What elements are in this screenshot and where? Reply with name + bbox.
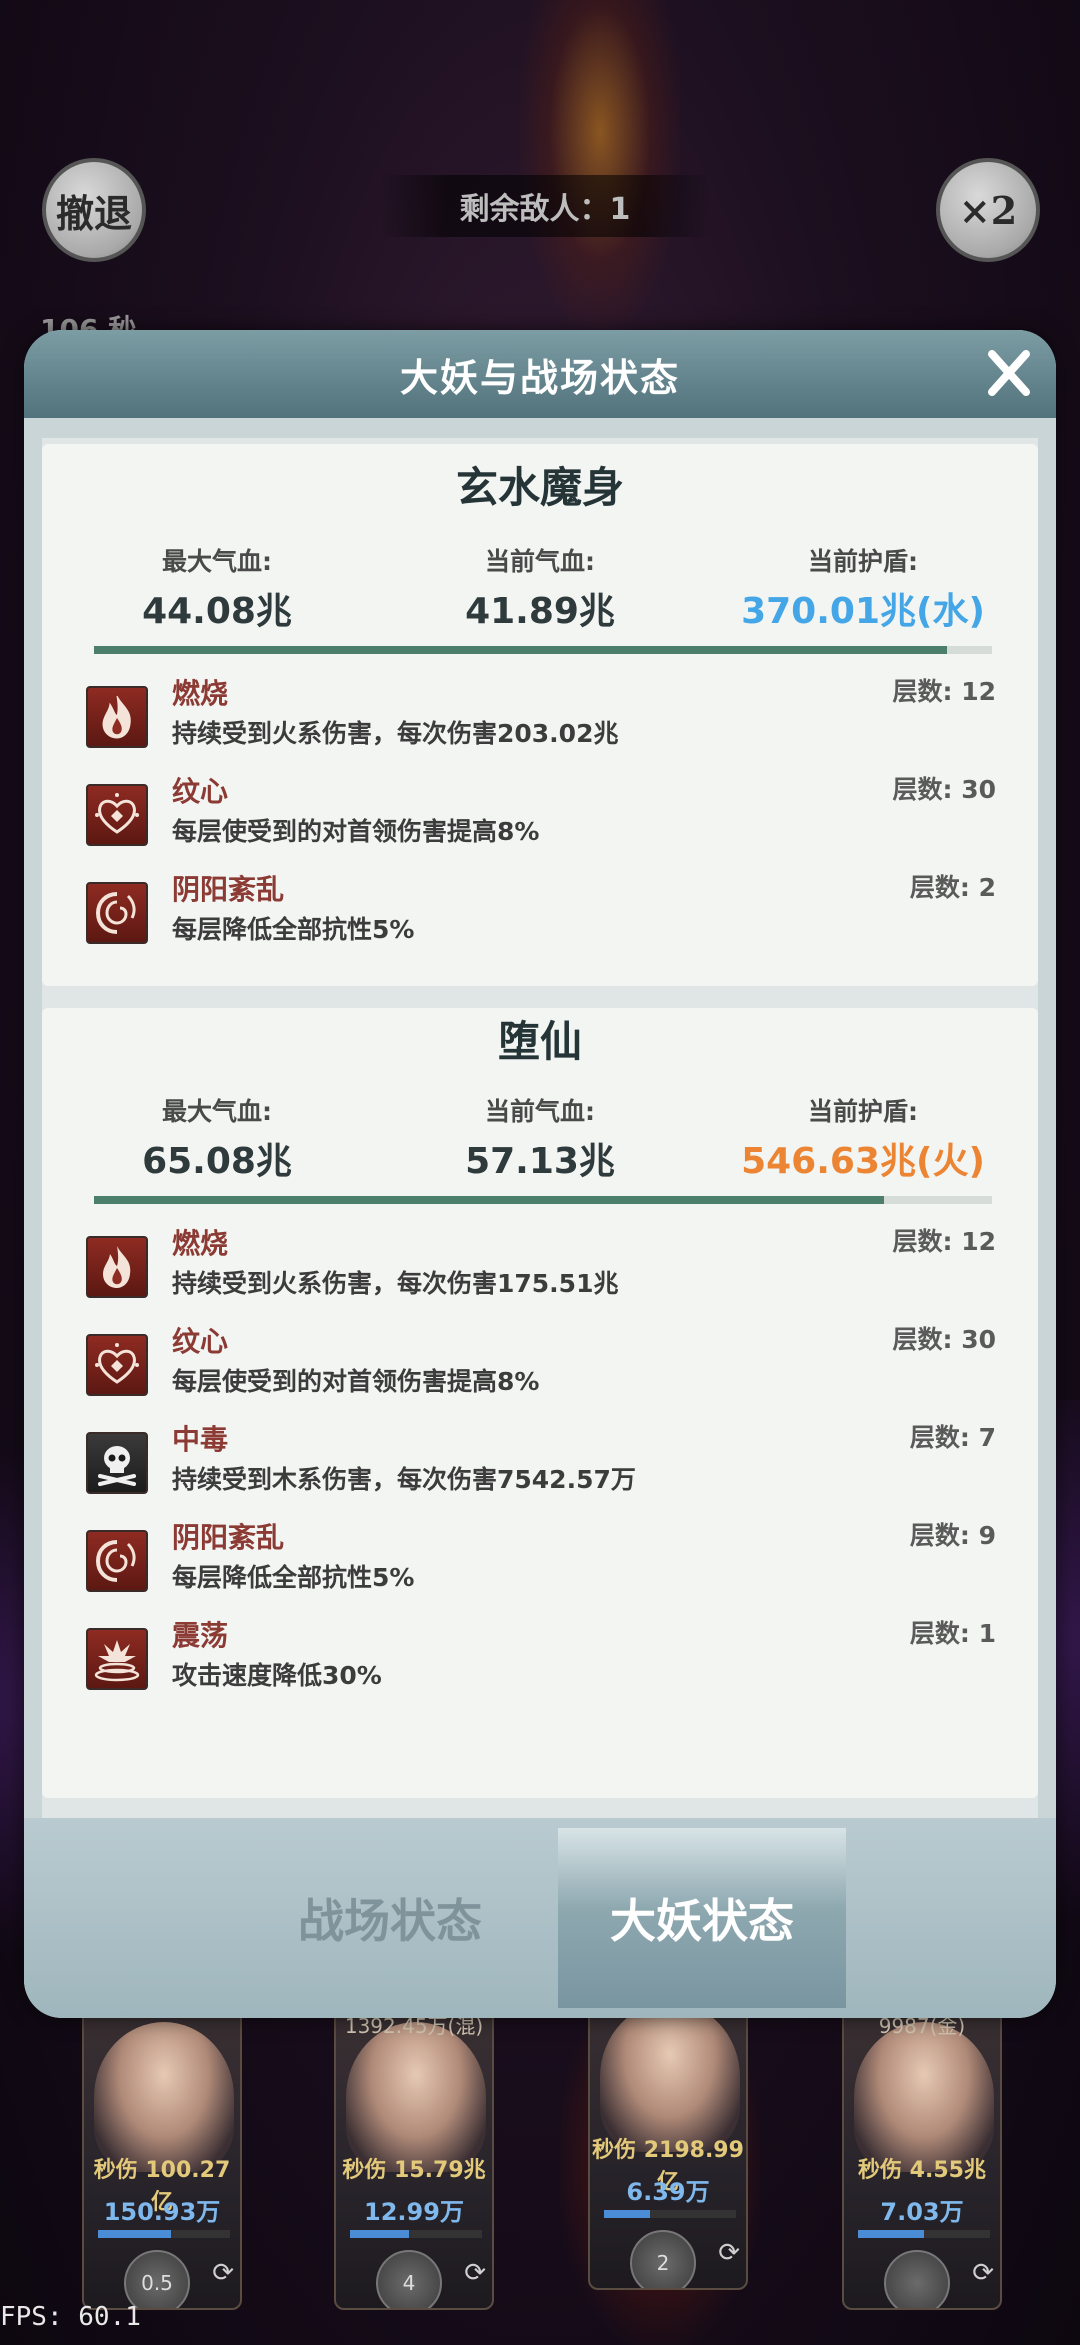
character-portrait: [94, 2022, 234, 2172]
effect-name: 阴阳紊乱: [172, 1521, 285, 1554]
status-dialog: 大妖与战场状态 玄水魔身 最大气血: 当前气血: 当前护盾: 44.08兆 41…: [24, 330, 1056, 2018]
boss-name: 堕仙: [497, 1017, 582, 1066]
dialog-header: 大妖与战场状态: [24, 330, 1056, 418]
character-card[interactable]: 秒伤 100.27亿 150.93万 0.5 ⟳: [82, 2010, 242, 2310]
current-hp-value: 41.89兆: [465, 591, 615, 632]
effect-name: 纹心: [172, 1325, 229, 1358]
character-hp: 150.93万: [103, 2198, 221, 2226]
character-dps: 秒伤 4.55兆: [858, 2158, 986, 2183]
current-hp-label: 当前气血:: [485, 1097, 595, 1126]
status-effect: 中毒 持续受到木系伤害，每次伤害7542.57万 层数: 7: [86, 1418, 1036, 1508]
character-hp-bar: [98, 2230, 230, 2238]
skill-button[interactable]: [884, 2250, 950, 2308]
max-hp-value: 44.08兆: [142, 591, 292, 632]
flame-icon: [86, 1236, 148, 1298]
retreat-button[interactable]: 撤退: [42, 158, 146, 262]
skill-button[interactable]: 4: [376, 2250, 442, 2308]
status-effect: 震荡 攻击速度降低30% 层数: 1: [86, 1614, 1036, 1704]
boss-name: 玄水魔身: [455, 463, 624, 512]
character-hp: 6.39万: [626, 2178, 710, 2206]
effect-description: 持续受到火系伤害，每次伤害175.51兆: [172, 1269, 619, 1298]
swap-icon[interactable]: ⟳: [464, 2258, 486, 2288]
dialog-title: 大妖与战场状态: [399, 354, 680, 400]
swap-icon[interactable]: ⟳: [718, 2238, 740, 2268]
character-portrait: [854, 2022, 994, 2172]
character-hp: 12.99万: [364, 2198, 464, 2226]
speed-toggle-button[interactable]: ×2: [936, 158, 1040, 262]
boss-card: 玄水魔身 最大气血: 当前气血: 当前护盾: 44.08兆 41.89兆 370…: [42, 444, 1038, 986]
status-effect: 燃烧 持续受到火系伤害，每次伤害203.02兆 层数: 12: [86, 672, 1036, 762]
effect-name: 震荡: [172, 1619, 229, 1652]
character-portrait: [346, 2022, 486, 2172]
swap-icon[interactable]: ⟳: [212, 2258, 234, 2288]
effect-name: 中毒: [172, 1423, 229, 1456]
status-tabs: 战场状态 大妖状态: [24, 1818, 1056, 2018]
character-hp-bar: [858, 2230, 990, 2238]
yin-yang-swirl-icon: [86, 882, 148, 944]
effect-description: 每层降低全部抗性5%: [172, 1563, 415, 1592]
effect-stacks: 层数: 7: [909, 1423, 996, 1452]
tab-battlefield-status[interactable]: 战场状态: [246, 1828, 534, 2008]
swap-icon[interactable]: ⟳: [972, 2258, 994, 2288]
flame-icon: [86, 686, 148, 748]
skull-icon: [86, 1432, 148, 1494]
effect-description: 持续受到木系伤害，每次伤害7542.57万: [172, 1465, 636, 1494]
effect-name: 纹心: [172, 775, 229, 808]
effect-stacks: 层数: 30: [892, 775, 997, 804]
effect-description: 攻击速度降低30%: [172, 1661, 382, 1690]
character-portrait: [600, 2002, 740, 2152]
effect-stacks: 层数: 2: [909, 873, 996, 902]
effect-stacks: 层数: 12: [892, 677, 997, 706]
character-hp: 7.03万: [880, 2198, 964, 2226]
shield-value: 546.63兆(火): [741, 1141, 985, 1182]
effect-name: 燃烧: [172, 677, 229, 710]
fps-counter: FPS: 60.1: [0, 2302, 141, 2332]
shockwave-icon: [86, 1628, 148, 1690]
enemies-remaining: 剩余敌人：1: [380, 175, 710, 237]
skill-button[interactable]: 2: [630, 2230, 696, 2288]
close-icon[interactable]: [980, 344, 1038, 402]
shield-label: 当前护盾:: [808, 1097, 918, 1126]
status-effect: 燃烧 持续受到火系伤害，每次伤害175.51兆 层数: 12: [86, 1222, 1036, 1312]
shield-value: 370.01兆(水): [741, 591, 985, 632]
max-hp-value: 65.08兆: [142, 1141, 292, 1182]
character-card[interactable]: 1392.45万(混) 秒伤 15.79兆 12.99万 4 ⟳: [334, 2010, 494, 2310]
effect-name: 燃烧: [172, 1227, 229, 1260]
effect-description: 每层降低全部抗性5%: [172, 915, 415, 944]
tab-boss-status[interactable]: 大妖状态: [558, 1828, 846, 2008]
current-hp-value: 57.13兆: [465, 1141, 615, 1182]
character-cards: 秒伤 100.27亿 150.93万 0.5 ⟳ 1392.45万(混) 秒伤 …: [0, 1990, 1080, 2345]
boss-hp-bar: [94, 646, 992, 654]
character-hp-bar: [604, 2210, 736, 2218]
fire-effect: [520, 0, 680, 330]
boss-card: 堕仙 最大气血: 当前气血: 当前护盾: 65.08兆 57.13兆 546.6…: [42, 1008, 1038, 1798]
status-effect: 纹心 每层使受到的对首领伤害提高8% 层数: 30: [86, 1320, 1036, 1410]
heart-mark-icon: [86, 784, 148, 846]
character-card[interactable]: 秒伤 2198.99亿 6.39万 2 ⟳: [588, 1990, 748, 2290]
heart-mark-icon: [86, 1334, 148, 1396]
shield-label: 当前护盾:: [808, 547, 918, 576]
character-hp-bar: [350, 2230, 482, 2238]
max-hp-label: 最大气血:: [162, 547, 272, 576]
yin-yang-swirl-icon: [86, 1530, 148, 1592]
boss-hp-bar: [94, 1196, 992, 1204]
effect-stacks: 层数: 9: [909, 1521, 996, 1550]
skill-button[interactable]: 0.5: [124, 2250, 190, 2308]
boss-status-list[interactable]: 玄水魔身 最大气血: 当前气血: 当前护盾: 44.08兆 41.89兆 370…: [42, 438, 1038, 1818]
effect-stacks: 层数: 30: [892, 1325, 997, 1354]
status-effect: 阴阳紊乱 每层降低全部抗性5% 层数: 2: [86, 868, 1036, 958]
current-hp-label: 当前气血:: [485, 547, 595, 576]
character-card[interactable]: 9987(金) 秒伤 4.55兆 7.03万 ⟳: [842, 2010, 1002, 2310]
max-hp-label: 最大气血:: [162, 1097, 272, 1126]
effect-stacks: 层数: 12: [892, 1227, 997, 1256]
effect-description: 持续受到火系伤害，每次伤害203.02兆: [172, 719, 619, 748]
effect-stacks: 层数: 1: [909, 1619, 996, 1648]
status-effect: 阴阳紊乱 每层降低全部抗性5% 层数: 9: [86, 1516, 1036, 1606]
character-dps: 秒伤 15.79兆: [342, 2158, 486, 2183]
effect-description: 每层使受到的对首领伤害提高8%: [172, 817, 540, 846]
effect-description: 每层使受到的对首领伤害提高8%: [172, 1367, 540, 1396]
effect-name: 阴阳紊乱: [172, 873, 285, 906]
status-effect: 纹心 每层使受到的对首领伤害提高8% 层数: 30: [86, 770, 1036, 860]
